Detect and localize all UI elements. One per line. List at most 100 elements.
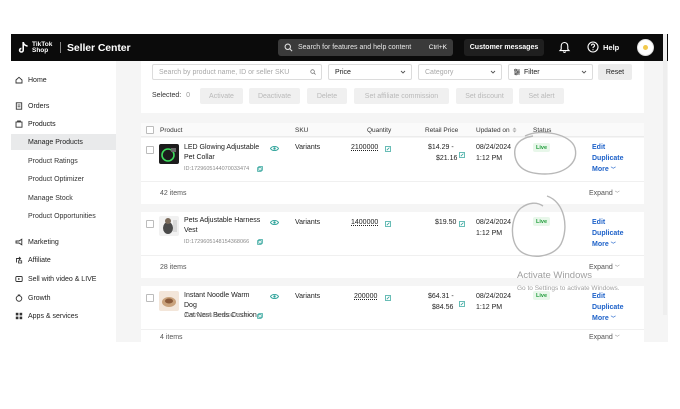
activate-button[interactable]: Activate xyxy=(200,88,243,104)
set-alert-button[interactable]: Set alert xyxy=(519,88,564,104)
edit-link[interactable]: Edit xyxy=(592,144,605,151)
items-count: 42 items xyxy=(160,190,187,197)
more-menu[interactable]: More ﹀ xyxy=(592,241,616,248)
expand-button[interactable]: Expand ﹀ xyxy=(589,334,620,341)
expand-button[interactable]: Expand ﹀ xyxy=(589,190,620,197)
variants-summary: 4 items Expand ﹀ xyxy=(141,329,644,342)
bell-icon[interactable] xyxy=(558,41,571,54)
top-bar: TikTok Shop Seller Center Search for fea… xyxy=(11,34,668,61)
sidebar-item-products[interactable]: Products xyxy=(11,116,116,132)
column-retail-price[interactable]: Retail Price xyxy=(425,127,458,134)
table-row[interactable]: LED Glowing Adjustable Pet Collar ID:1729… xyxy=(141,138,644,181)
row-checkbox[interactable] xyxy=(146,146,154,154)
megaphone-icon xyxy=(15,238,23,246)
view-icon[interactable] xyxy=(270,219,279,226)
sku-value: Variants xyxy=(295,219,321,226)
edit-icon[interactable] xyxy=(385,295,391,301)
sidebar-item-orders[interactable]: Orders xyxy=(11,98,116,114)
edit-link[interactable]: Edit xyxy=(592,293,605,300)
sidebar-subitem-product-optimizer[interactable]: Product Optimizer xyxy=(11,171,116,187)
row-checkbox[interactable] xyxy=(146,220,154,228)
chevron-down-icon xyxy=(400,70,406,74)
search-placeholder: Search for features and help content xyxy=(298,44,412,51)
sidebar-subitem-product-ratings[interactable]: Product Ratings xyxy=(11,153,116,169)
product-thumbnail[interactable] xyxy=(159,216,179,236)
tiktok-shop-logo[interactable]: TikTok Shop xyxy=(16,41,54,55)
copy-icon[interactable] xyxy=(257,313,263,319)
logo-divider xyxy=(60,42,61,53)
product-thumbnail[interactable] xyxy=(159,291,179,311)
price-min: $14.29 - xyxy=(428,144,454,151)
copy-icon[interactable] xyxy=(257,166,263,172)
sidebar-item-apps-services[interactable]: Apps & services xyxy=(11,308,116,324)
edit-icon[interactable] xyxy=(459,221,465,227)
select-all-checkbox[interactable] xyxy=(146,126,154,134)
sidebar-item-affiliate[interactable]: Affiliate xyxy=(11,252,116,268)
sort-icon[interactable] xyxy=(512,127,517,133)
quantity-value[interactable]: 200000 xyxy=(354,293,377,300)
copy-icon[interactable] xyxy=(257,239,263,245)
expand-button[interactable]: Expand ﹀ xyxy=(589,264,620,271)
sidebar-item-label: Sell with video & LIVE xyxy=(28,275,97,283)
column-quantity[interactable]: Quantity xyxy=(367,127,391,134)
product-name[interactable]: Pets Adjustable Harness Vest xyxy=(184,216,264,236)
sidebar-subitem-manage-stock[interactable]: Manage Stock xyxy=(11,190,116,206)
delete-button[interactable]: Delete xyxy=(307,88,347,104)
quantity-value[interactable]: 1400000 xyxy=(351,219,378,226)
chevron-down-icon: ﹀ xyxy=(610,316,616,322)
updated-date: 08/24/2024 xyxy=(476,293,512,300)
sku-value: Variants xyxy=(295,144,321,151)
product-thumbnail[interactable] xyxy=(159,144,179,164)
main-content: Search by product name, ID or seller SKU… xyxy=(141,61,644,342)
edit-icon[interactable] xyxy=(459,301,465,307)
price-min: $64.31 - xyxy=(428,293,454,300)
view-icon[interactable] xyxy=(270,145,279,152)
duplicate-link[interactable]: Duplicate xyxy=(592,230,624,237)
page-scrollbar[interactable] xyxy=(663,34,667,315)
price-select[interactable]: Price xyxy=(328,64,412,80)
category-select[interactable]: Category xyxy=(418,64,502,80)
view-icon[interactable] xyxy=(270,293,279,300)
product-id: ID:1729605137869873730 xyxy=(184,313,250,319)
reset-button[interactable]: Reset xyxy=(598,64,632,80)
sidebar-item-marketing[interactable]: Marketing xyxy=(11,234,116,250)
app-title: Seller Center xyxy=(67,41,131,54)
chevron-down-icon: ﹀ xyxy=(614,265,620,271)
sidebar-item-video-live[interactable]: Sell with video & LIVE xyxy=(11,271,116,287)
duplicate-link[interactable]: Duplicate xyxy=(592,155,624,162)
column-updated-on[interactable]: Updated on xyxy=(476,127,510,134)
table-row[interactable]: Pets Adjustable Harness Vest ID:172960514… xyxy=(141,212,644,255)
filter-select[interactable]: Filter xyxy=(508,64,593,80)
more-menu[interactable]: More ﹀ xyxy=(592,315,616,322)
quantity-value[interactable]: 2100000 xyxy=(351,144,378,151)
customer-messages-button[interactable]: Customer messages xyxy=(464,39,544,56)
edit-icon[interactable] xyxy=(459,152,465,158)
updated-date: 08/24/2024 xyxy=(476,144,512,151)
edit-icon[interactable] xyxy=(385,146,391,152)
sidebar-subitem-manage-products[interactable]: Manage Products xyxy=(11,134,116,150)
avatar[interactable] xyxy=(637,39,654,56)
items-count: 4 items xyxy=(160,334,183,341)
set-discount-button[interactable]: Set discount xyxy=(456,88,513,104)
column-product: Product xyxy=(160,127,183,134)
sidebar-item-home[interactable]: Home xyxy=(11,72,116,88)
product-search-input[interactable]: Search by product name, ID or seller SKU xyxy=(152,64,322,80)
global-search[interactable]: Search for features and help content Ctr… xyxy=(278,39,453,56)
edit-icon[interactable] xyxy=(385,221,391,227)
sidebar-item-label: Products xyxy=(28,120,56,128)
search-icon xyxy=(310,69,316,75)
selected-count-value: 0 xyxy=(186,92,191,99)
deactivate-button[interactable]: Deactivate xyxy=(249,88,300,104)
set-affiliate-commission-button[interactable]: Set affiliate commission xyxy=(354,88,449,104)
apps-icon xyxy=(15,312,23,320)
table-row[interactable]: Instant Noodle Warm Dog Cat Nest Beds Cus… xyxy=(141,286,644,329)
sidebar-item-growth[interactable]: Growth xyxy=(11,290,116,306)
sidebar-subitem-product-opportunities[interactable]: Product Opportunities xyxy=(11,208,116,224)
more-menu[interactable]: More ﹀ xyxy=(592,166,616,173)
product-name[interactable]: LED Glowing Adjustable Pet Collar xyxy=(184,143,264,163)
edit-link[interactable]: Edit xyxy=(592,219,605,226)
duplicate-link[interactable]: Duplicate xyxy=(592,304,624,311)
selected-label: Selected: xyxy=(152,92,182,99)
row-checkbox[interactable] xyxy=(146,294,154,302)
help-button[interactable]: Help xyxy=(587,41,619,53)
